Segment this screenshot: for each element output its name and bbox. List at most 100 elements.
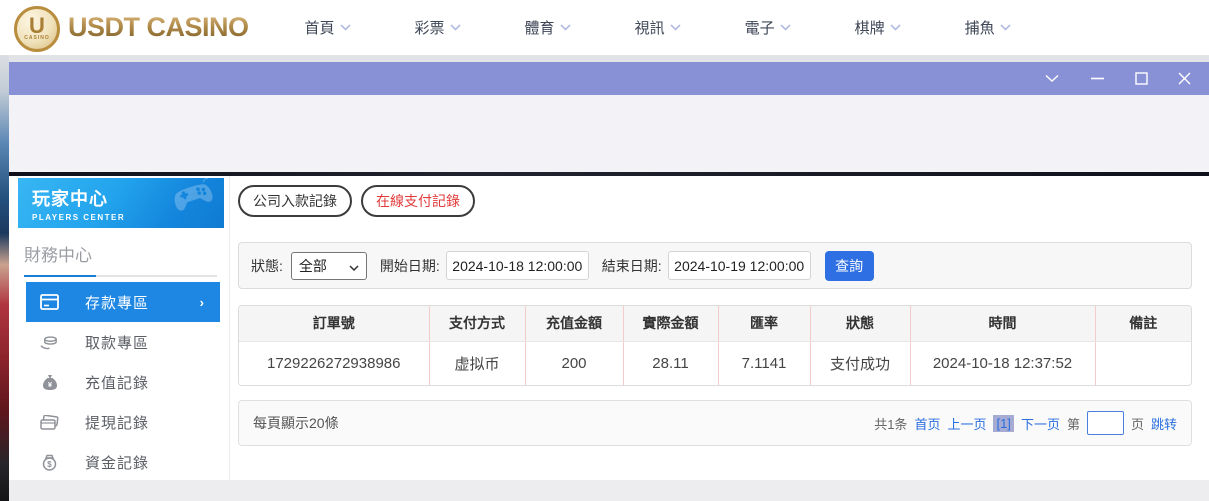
nav-label: 彩票 [415,17,445,38]
cell-status: 支付成功 [810,341,910,385]
chevron-down-icon [670,24,681,31]
nav-label: 捕魚 [965,17,995,38]
chevron-down-icon [560,24,571,31]
cell-amount: 200 [525,341,623,385]
col-pay-method: 支付方式 [429,306,525,341]
chevron-down-icon [340,24,351,31]
coin-purse-icon: $ [40,454,59,471]
nav-item-chess[interactable]: 棋牌 [855,17,901,38]
col-rate: 匯率 [718,306,810,341]
payment-records-table: 訂單號 支付方式 充值金額 實際金額 匯率 狀態 時間 備註 172922627 [238,305,1192,386]
first-page-link[interactable]: 首页 [914,414,940,433]
collapse-icon[interactable] [1044,74,1060,83]
maximize-icon[interactable] [1135,72,1148,85]
start-date-label: 開始日期: [380,256,440,276]
svg-text:$: $ [47,460,52,469]
status-select[interactable]: 全部 [291,252,367,280]
status-label: 狀態: [251,256,283,276]
pagination-bar: 每頁顯示20條 共1条 首页 上一页 [1] 下一页 第 页 跳转 [238,400,1192,446]
jump-label-pre: 第 [1067,414,1080,433]
sidebar-item-label: 資金記錄 [85,452,149,473]
brand-name: USDT CASINO [68,12,249,43]
moneybag-icon: ¥ [40,374,59,391]
total-count-text: 共1条 [874,414,907,433]
filter-bar: 狀態: 全部 開始日期: 結束日期: 查詢 [238,242,1192,289]
start-date-input[interactable] [446,251,589,280]
cell-rate: 7.1141 [718,341,810,385]
nav-item-slots[interactable]: 電子 [745,17,791,38]
background-page-strip [0,55,9,501]
cell-pay-method: 虚拟币 [429,341,525,385]
brand-logo[interactable]: U CASINO USDT CASINO [14,4,249,52]
col-time: 時間 [910,306,1095,341]
main-nav: 首頁 彩票 體育 視訊 電子 棋牌 捕魚 [305,17,1011,38]
window-blank-zone [9,95,1209,172]
logo-letter: U [29,17,45,35]
nav-label: 體育 [525,17,555,38]
close-icon[interactable] [1178,72,1191,85]
records-main-panel: 公司入款記錄 在線支付記錄 狀態: 全部 開始日期: 結束日期: 查詢 [230,176,1209,480]
sidebar-item-withdraw[interactable]: 取款專區 [26,322,220,362]
nav-item-home[interactable]: 首頁 [305,17,351,38]
window-titlebar [9,62,1209,95]
nav-label: 電子 [745,17,775,38]
player-center-sidebar: 玩家中心 PLAYERS CENTER 財務中心 [9,176,230,480]
chevron-down-icon [780,24,791,31]
chevron-down-icon [450,24,461,31]
sidebar-item-label: 存款專區 [85,292,149,313]
nav-label: 首頁 [305,17,335,38]
cell-time: 2024-10-18 12:37:52 [910,341,1095,385]
cell-actual-amount: 28.11 [623,341,718,385]
sidebar-section-title: 財務中心 [24,241,217,266]
col-order-no: 訂單號 [239,306,429,341]
wallet-icon [40,415,59,430]
sidebar-item-funds-record[interactable]: $ 資金記錄 [26,442,220,482]
jump-label-post: 页 [1131,414,1144,433]
nav-item-fishing[interactable]: 捕魚 [965,17,1011,38]
nav-item-sports[interactable]: 體育 [525,17,571,38]
col-remark: 備註 [1095,306,1191,341]
jump-page-input[interactable] [1087,411,1124,435]
col-actual-amount: 實際金額 [623,306,718,341]
status-select-value: 全部 [299,256,327,276]
sidebar-item-recharge-record[interactable]: ¥ 充值記錄 [26,362,220,402]
search-button[interactable]: 查詢 [825,251,874,281]
chevron-down-icon [1000,24,1011,31]
page-size-text: 每頁顯示20條 [253,413,339,433]
chevron-right-icon: › [200,295,204,310]
col-amount: 充值金額 [525,306,623,341]
end-date-label: 結束日期: [602,256,662,276]
sidebar-item-withdrawal-record[interactable]: 提現記錄 [26,402,220,442]
select-chevron-icon [349,258,359,274]
sidebar-menu: 存款專區 › 取款專區 ¥ 充值記錄 [9,282,229,482]
nav-item-video[interactable]: 視訊 [635,17,681,38]
window-content: 玩家中心 PLAYERS CENTER 財務中心 [9,176,1209,480]
usdt-logo-icon: U CASINO [14,6,60,52]
sidebar-item-label: 充值記錄 [85,372,149,393]
nav-item-lottery[interactable]: 彩票 [415,17,461,38]
tab-company-deposit-record[interactable]: 公司入款記錄 [238,185,352,217]
chevron-down-icon [890,24,901,31]
col-status: 狀態 [810,306,910,341]
nav-label: 視訊 [635,17,665,38]
minimize-icon[interactable] [1090,77,1105,80]
sidebar-header: 玩家中心 PLAYERS CENTER [18,178,224,228]
logo-small-text: CASINO [24,35,49,41]
table-header-row: 訂單號 支付方式 充值金額 實際金額 匯率 狀態 時間 備註 [239,306,1191,341]
nav-label: 棋牌 [855,17,885,38]
header-divider-band [9,55,1209,62]
withdraw-hand-icon [40,334,59,350]
player-center-window: 玩家中心 PLAYERS CENTER 財務中心 [9,62,1209,501]
sidebar-section-underline [24,275,217,277]
tab-online-payment-record[interactable]: 在線支付記錄 [361,185,475,217]
prev-page-link[interactable]: 上一页 [947,414,986,433]
site-header: U CASINO USDT CASINO 首頁 彩票 體育 視訊 電子 棋牌 [0,0,1209,55]
jump-go-link[interactable]: 跳转 [1151,414,1177,433]
current-page-indicator: [1] [993,415,1013,432]
sidebar-item-deposit[interactable]: 存款專區 › [26,282,220,322]
next-page-link[interactable]: 下一页 [1021,414,1060,433]
cell-order-no: 1729226272938986 [239,341,429,385]
end-date-input[interactable] [668,251,811,280]
sidebar-item-label: 提現記錄 [85,412,149,433]
deposit-card-icon [40,294,59,310]
